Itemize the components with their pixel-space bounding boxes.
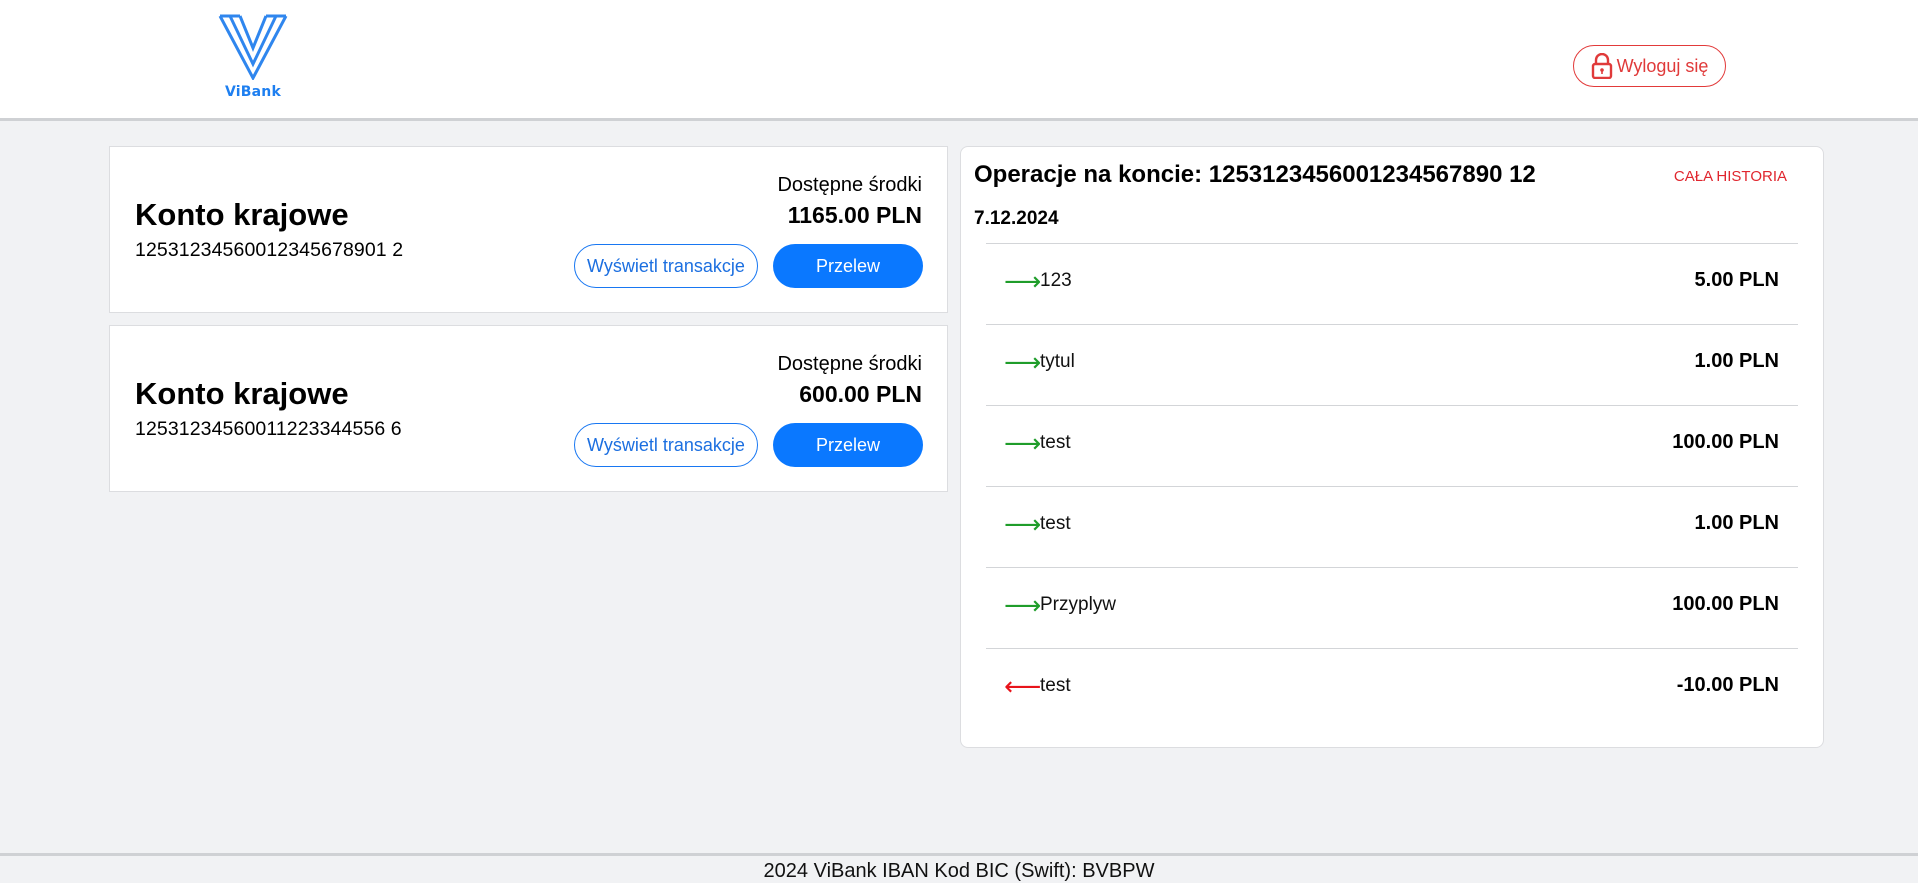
vibank-logo[interactable]: ViBank [216, 14, 290, 110]
operations-date: 7.12.2024 [974, 208, 1059, 229]
operations-panel: Operacje na koncie: 12531234560012345678… [960, 146, 1824, 748]
account-title: Konto krajowe [135, 197, 349, 232]
account-number: 12531234560011223344556 6 [135, 418, 402, 440]
logo-text: ViBank [225, 84, 281, 100]
logout-label: Wyloguj się [1616, 55, 1709, 76]
view-transactions-button[interactable]: Wyświetl transakcje [574, 423, 758, 467]
v-logo-icon [218, 14, 288, 80]
footer-text: 2024 ViBank IBAN Kod BIC (Swift): BVBPW [763, 860, 1155, 882]
transaction-list: ⟶ 123 5.00 PLN ⟶ tytul 1.00 PLN ⟶ test 1… [986, 243, 1798, 729]
incoming-arrow-icon: ⟶ [1004, 428, 1042, 458]
account-card: Konto krajowe 12531234560011223344556 6 … [109, 325, 948, 492]
transaction-amount: -10.00 PLN [1676, 674, 1779, 696]
transaction-amount: 100.00 PLN [1672, 431, 1779, 453]
page-footer: 2024 ViBank IBAN Kod BIC (Swift): BVBPW [0, 853, 1918, 882]
transaction-amount: 5.00 PLN [1694, 269, 1779, 291]
account-balance: 1165.00 PLN [787, 202, 922, 228]
transfer-button[interactable]: Przelew [773, 244, 923, 288]
operations-title: Operacje na koncie: 12531234560012345678… [974, 161, 1536, 188]
account-number: 12531234560012345678901 2 [135, 239, 404, 261]
account-card: Konto krajowe 12531234560012345678901 2 … [109, 146, 948, 313]
transaction-row[interactable]: ⟶ Przyplyw 100.00 PLN [986, 567, 1798, 648]
account-title: Konto krajowe [135, 376, 349, 411]
incoming-arrow-icon: ⟶ [1004, 590, 1042, 620]
all-history-link[interactable]: CAŁA HISTORIA [1674, 168, 1787, 185]
transaction-title: test [1040, 675, 1071, 696]
logout-button[interactable]: Wyloguj się [1573, 45, 1726, 87]
incoming-arrow-icon: ⟶ [1004, 509, 1042, 539]
transaction-amount: 1.00 PLN [1694, 350, 1779, 372]
transaction-title: 123 [1040, 270, 1072, 291]
transaction-row[interactable]: ⟶ tytul 1.00 PLN [986, 324, 1798, 405]
transaction-row[interactable]: ⟶ test 1.00 PLN [986, 486, 1798, 567]
transaction-row[interactable]: ⟶ test 100.00 PLN [986, 405, 1798, 486]
account-balance: 600.00 PLN [799, 381, 922, 407]
transaction-title: test [1040, 513, 1071, 534]
view-transactions-button[interactable]: Wyświetl transakcje [574, 244, 758, 288]
incoming-arrow-icon: ⟶ [1004, 266, 1042, 296]
incoming-arrow-icon: ⟶ [1004, 347, 1042, 377]
transaction-title: tytul [1040, 351, 1075, 372]
transaction-row[interactable]: ⟵ test -10.00 PLN [986, 648, 1798, 729]
transaction-amount: 1.00 PLN [1694, 512, 1779, 534]
transfer-button[interactable]: Przelew [773, 423, 923, 467]
top-header: ViBank Wyloguj się [0, 0, 1918, 121]
transaction-title: Przyplyw [1040, 594, 1117, 615]
available-funds-label: Dostępne środki [777, 174, 922, 196]
transaction-amount: 100.00 PLN [1672, 593, 1779, 615]
available-funds-label: Dostępne środki [777, 353, 922, 375]
transaction-row[interactable]: ⟶ 123 5.00 PLN [986, 243, 1798, 324]
lock-icon [1591, 53, 1612, 79]
transaction-title: test [1040, 432, 1071, 453]
outgoing-arrow-icon: ⟵ [1004, 671, 1042, 701]
